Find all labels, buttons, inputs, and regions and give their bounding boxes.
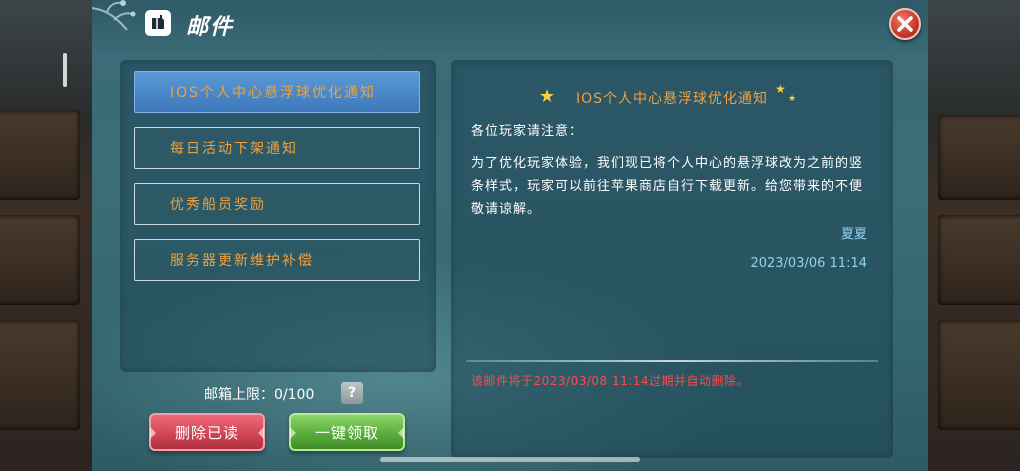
mail-greeting: 各位玩家请注意：	[471, 124, 584, 139]
mail-icon	[145, 10, 171, 36]
divider	[466, 360, 878, 362]
mailbox-capacity: 邮箱上限：0/100	[204, 387, 315, 403]
help-button[interactable]: ?	[341, 382, 363, 404]
mail-list-item-ios-notice[interactable]: IOS个人中心悬浮球优化通知	[134, 71, 420, 113]
mail-title: IOS个人中心悬浮球优化通知	[575, 91, 769, 107]
mail-date: 2023/03/06 11:14	[750, 256, 867, 271]
title-bar: 邮件	[92, 0, 928, 52]
star-icon: ★	[788, 94, 797, 104]
mail-list: IOS个人中心悬浮球优化通知 每日活动下架通知 优秀船员奖励 服务器更新维护补偿	[120, 60, 436, 372]
mail-list-item-daily-activity[interactable]: 每日活动下架通知	[134, 127, 420, 169]
page-title: 邮件	[186, 15, 235, 40]
mail-list-item-label: 每日活动下架通知	[170, 141, 298, 157]
mail-list-item-label: 服务器更新维护补偿	[170, 253, 314, 269]
mail-sender: 夏夏	[840, 227, 867, 242]
close-button[interactable]	[889, 8, 921, 40]
background-scene-right	[928, 0, 1020, 471]
home-indicator[interactable]	[380, 457, 640, 462]
mail-body: 为了优化玩家体验，我们现已将个人中心的悬浮球改为之前的竖条样式，玩家可以前往苹果…	[471, 156, 864, 217]
mail-list-item-label: IOS个人中心悬浮球优化通知	[170, 85, 377, 101]
mail-list-item-label: 优秀船员奖励	[170, 197, 266, 213]
close-icon	[897, 16, 913, 32]
mail-detail: ★ IOS个人中心悬浮球优化通知 ★ ★ 各位玩家请注意： 为了优化玩家体验，我…	[451, 60, 893, 458]
star-icon: ★	[775, 82, 786, 96]
mail-list-item-server-compensation[interactable]: 服务器更新维护补偿	[134, 239, 420, 281]
side-handle[interactable]	[63, 53, 67, 87]
background-scene-left	[0, 0, 92, 471]
mail-window: 邮件 IOS个人中心悬浮球优化通知 每日活动下架通知 优秀船员奖励 服务器更新维…	[92, 0, 928, 471]
mail-list-item-crew-reward[interactable]: 优秀船员奖励	[134, 183, 420, 225]
claim-all-button[interactable]: 一键领取	[289, 413, 405, 451]
expiry-notice: 该邮件将于2023/03/08 11:14过期并自动删除。	[471, 374, 750, 388]
delete-read-button[interactable]: 删除已读	[149, 413, 265, 451]
